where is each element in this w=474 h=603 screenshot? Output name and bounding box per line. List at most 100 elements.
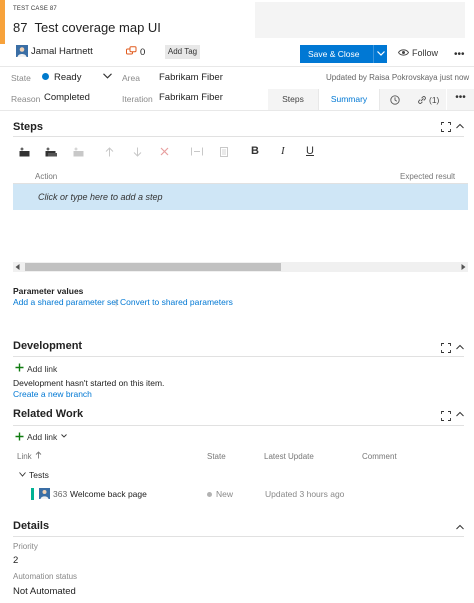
convert-to-shared-parameters-link[interactable]: Convert to shared parameters — [120, 297, 233, 307]
details-section-title[interactable]: Details — [13, 520, 49, 532]
steps-section-title[interactable]: Steps — [13, 121, 43, 133]
collapse-chevron-up-icon[interactable] — [456, 524, 464, 530]
link-icon — [417, 95, 427, 105]
insert-shared-steps-icon[interactable] — [45, 147, 58, 157]
iteration-field[interactable]: Fabrikam Fiber — [159, 92, 223, 103]
steps-column-action: Action — [35, 172, 58, 181]
state-indicator-dot — [42, 73, 49, 80]
last-updated-text: Updated by Raisa Pokrovskaya just now — [326, 73, 470, 82]
links-count: (1) — [429, 95, 440, 105]
add-step-placeholder[interactable]: Click or type here to add a step — [38, 192, 163, 202]
group-expand-chevron-icon[interactable] — [19, 472, 26, 477]
steps-column-expected-result: Expected result — [400, 172, 456, 181]
more-actions-icon[interactable]: ••• — [454, 49, 465, 60]
chevron-down-icon[interactable] — [61, 434, 67, 438]
work-item-id: 87 — [13, 20, 28, 35]
scrollbar-thumb[interactable] — [25, 263, 281, 271]
development-add-link-button[interactable]: Add link — [27, 364, 57, 374]
related-item-title-link[interactable]: Welcome back page — [70, 489, 147, 499]
header-divider — [0, 66, 474, 67]
sort-up-arrow-icon — [35, 451, 42, 459]
reason-label: Reason — [11, 94, 41, 104]
create-new-branch-link[interactable]: Create a new branch — [13, 389, 92, 399]
related-item-latest-update: Updated 3 hours ago — [265, 489, 345, 499]
discussion-count: 0 — [140, 47, 146, 58]
development-section-title[interactable]: Development — [13, 340, 82, 352]
related-work-column-state[interactable]: State — [207, 452, 226, 461]
state-indicator-dot — [207, 492, 212, 497]
history-icon — [390, 95, 400, 105]
related-work-group-tests[interactable]: Tests — [29, 470, 49, 480]
scroll-right-arrow-icon[interactable] — [461, 264, 466, 270]
reason-field[interactable]: Completed — [44, 92, 90, 103]
related-work-column-latest-update[interactable]: Latest Update — [264, 452, 314, 461]
maximize-icon[interactable] — [441, 343, 451, 353]
area-label: Area — [122, 73, 140, 83]
work-item-type-label: TEST CASE 87 — [13, 6, 57, 12]
maximize-icon[interactable] — [441, 122, 451, 132]
tab-history[interactable] — [380, 89, 410, 110]
insert-parameter-icon — [191, 147, 203, 156]
more-tabs-icon[interactable]: ••• — [447, 89, 474, 110]
related-work-section-title[interactable]: Related Work — [13, 408, 83, 420]
priority-label: Priority — [13, 542, 38, 551]
follow-eye-icon[interactable] — [398, 48, 409, 57]
insert-step-icon[interactable] — [19, 147, 30, 157]
steps-horizontal-scrollbar[interactable] — [13, 262, 468, 272]
steps-section-divider — [13, 136, 464, 137]
automation-status-field[interactable]: Not Automated — [13, 586, 76, 597]
related-work-column-link[interactable]: Link — [17, 452, 32, 461]
work-item-title-text[interactable]: Test coverage map UI — [34, 20, 160, 35]
save-button-separator — [373, 45, 374, 63]
maximize-icon[interactable] — [441, 411, 451, 421]
collapse-chevron-up-icon[interactable] — [456, 344, 464, 350]
follow-button[interactable]: Follow — [412, 48, 438, 58]
plus-icon[interactable] — [15, 363, 24, 372]
add-shared-parameter-set-link[interactable]: Add a shared parameter set — [13, 297, 118, 307]
parameter-values-title: Parameter values — [13, 286, 84, 296]
details-section-divider — [13, 536, 464, 537]
title-field-background[interactable] — [255, 2, 465, 38]
tab-steps[interactable]: Steps — [268, 89, 318, 110]
add-tag-button[interactable]: Add Tag — [165, 45, 200, 59]
move-up-arrow-icon — [105, 147, 114, 157]
collapse-chevron-up-icon[interactable] — [456, 411, 464, 417]
bold-button[interactable]: B — [251, 145, 259, 157]
save-options-chevron-icon[interactable] — [377, 51, 385, 56]
work-item-type-accent-bar — [0, 0, 5, 44]
create-shared-steps-icon — [73, 147, 85, 157]
tab-links[interactable]: (1) — [410, 89, 446, 110]
chevron-down-icon[interactable] — [103, 73, 112, 79]
state-dropdown[interactable]: Ready — [54, 72, 81, 83]
collapse-chevron-up-icon[interactable] — [456, 123, 464, 129]
save-and-close-button[interactable]: Save & Close — [300, 45, 387, 63]
assignee-name[interactable]: Jamal Hartnett — [31, 46, 93, 57]
plus-icon[interactable] — [15, 432, 24, 441]
save-and-close-label: Save & Close — [308, 49, 360, 59]
related-work-section-divider — [13, 425, 464, 426]
parameter-links-separator: | — [115, 297, 118, 307]
tabs-divider — [0, 110, 474, 111]
related-item-id: 363 — [53, 489, 68, 499]
user-story-icon — [39, 488, 50, 499]
underline-button[interactable]: U — [306, 145, 314, 157]
development-section-divider — [13, 356, 464, 357]
work-item-title[interactable]: 87 Test coverage map UI — [13, 20, 161, 35]
scroll-left-arrow-icon[interactable] — [15, 264, 20, 270]
priority-field[interactable]: 2 — [13, 555, 18, 566]
tab-summary[interactable]: Summary — [318, 89, 380, 110]
automation-status-label: Automation status — [13, 572, 78, 581]
add-step-row[interactable]: Click or type here to add a step — [13, 184, 468, 210]
related-work-add-link-button[interactable]: Add link — [27, 432, 57, 442]
assignee-avatar[interactable] — [16, 45, 28, 57]
move-down-arrow-icon — [133, 147, 142, 157]
attachment-icon — [220, 147, 228, 157]
iteration-label: Iteration — [122, 94, 153, 104]
delete-step-x-icon — [160, 147, 169, 156]
area-field[interactable]: Fabrikam Fiber — [159, 72, 223, 83]
state-label: State — [11, 73, 31, 83]
italic-button[interactable]: I — [281, 145, 285, 157]
development-status-text: Development hasn't started on this item. — [13, 378, 165, 388]
discussion-icon[interactable] — [126, 46, 137, 57]
related-work-column-comment[interactable]: Comment — [362, 452, 397, 461]
